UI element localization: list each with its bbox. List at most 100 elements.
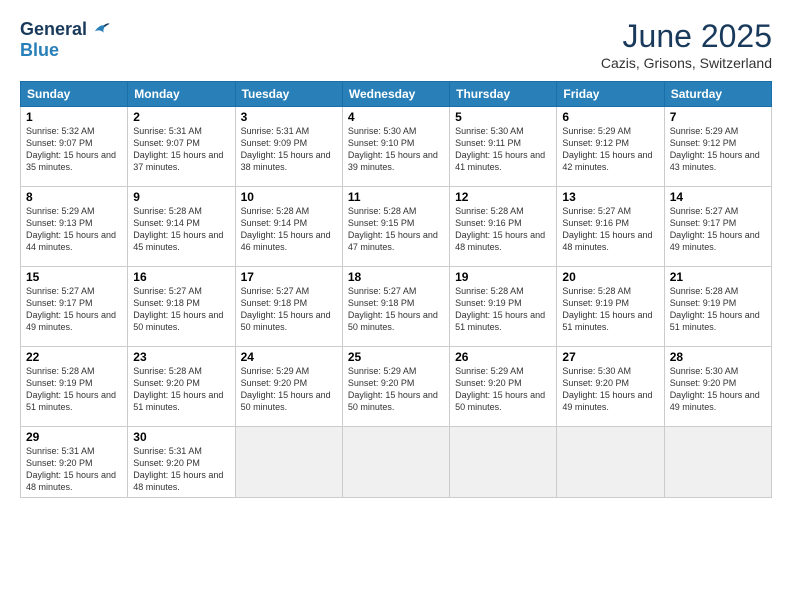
day-cell: 24Sunrise: 5:29 AM Sunset: 9:20 PM Dayli… xyxy=(235,347,342,427)
day-cell: 12Sunrise: 5:28 AM Sunset: 9:16 PM Dayli… xyxy=(450,187,557,267)
day-cell: 7Sunrise: 5:29 AM Sunset: 9:12 PM Daylig… xyxy=(664,107,771,187)
day-cell: 5Sunrise: 5:30 AM Sunset: 9:11 PM Daylig… xyxy=(450,107,557,187)
day-info: Sunrise: 5:28 AM Sunset: 9:19 PM Dayligh… xyxy=(670,285,766,334)
day-number: 1 xyxy=(26,110,122,124)
day-number: 18 xyxy=(348,270,444,284)
day-number: 20 xyxy=(562,270,658,284)
day-number: 6 xyxy=(562,110,658,124)
week-row-1: 1Sunrise: 5:32 AM Sunset: 9:07 PM Daylig… xyxy=(21,107,772,187)
day-number: 19 xyxy=(455,270,551,284)
day-info: Sunrise: 5:28 AM Sunset: 9:15 PM Dayligh… xyxy=(348,205,444,254)
empty-cell xyxy=(342,427,449,498)
day-number: 8 xyxy=(26,190,122,204)
day-info: Sunrise: 5:27 AM Sunset: 9:16 PM Dayligh… xyxy=(562,205,658,254)
day-cell: 27Sunrise: 5:30 AM Sunset: 9:20 PM Dayli… xyxy=(557,347,664,427)
day-cell: 9Sunrise: 5:28 AM Sunset: 9:14 PM Daylig… xyxy=(128,187,235,267)
day-number: 16 xyxy=(133,270,229,284)
day-number: 26 xyxy=(455,350,551,364)
day-cell: 26Sunrise: 5:29 AM Sunset: 9:20 PM Dayli… xyxy=(450,347,557,427)
empty-cell xyxy=(557,427,664,498)
day-info: Sunrise: 5:28 AM Sunset: 9:19 PM Dayligh… xyxy=(26,365,122,414)
day-number: 27 xyxy=(562,350,658,364)
day-number: 3 xyxy=(241,110,337,124)
day-info: Sunrise: 5:28 AM Sunset: 9:19 PM Dayligh… xyxy=(562,285,658,334)
day-info: Sunrise: 5:31 AM Sunset: 9:07 PM Dayligh… xyxy=(133,125,229,174)
day-number: 7 xyxy=(670,110,766,124)
day-info: Sunrise: 5:30 AM Sunset: 9:10 PM Dayligh… xyxy=(348,125,444,174)
header-friday: Friday xyxy=(557,82,664,107)
day-cell: 10Sunrise: 5:28 AM Sunset: 9:14 PM Dayli… xyxy=(235,187,342,267)
day-number: 23 xyxy=(133,350,229,364)
day-cell: 11Sunrise: 5:28 AM Sunset: 9:15 PM Dayli… xyxy=(342,187,449,267)
day-info: Sunrise: 5:32 AM Sunset: 9:07 PM Dayligh… xyxy=(26,125,122,174)
day-number: 11 xyxy=(348,190,444,204)
day-info: Sunrise: 5:27 AM Sunset: 9:17 PM Dayligh… xyxy=(26,285,122,334)
day-cell: 18Sunrise: 5:27 AM Sunset: 9:18 PM Dayli… xyxy=(342,267,449,347)
day-number: 29 xyxy=(26,430,122,444)
logo-general-text: General xyxy=(20,19,87,40)
title-area: June 2025 Cazis, Grisons, Switzerland xyxy=(601,18,772,71)
day-info: Sunrise: 5:27 AM Sunset: 9:17 PM Dayligh… xyxy=(670,205,766,254)
day-info: Sunrise: 5:28 AM Sunset: 9:14 PM Dayligh… xyxy=(241,205,337,254)
day-number: 17 xyxy=(241,270,337,284)
day-info: Sunrise: 5:31 AM Sunset: 9:09 PM Dayligh… xyxy=(241,125,337,174)
header-sunday: Sunday xyxy=(21,82,128,107)
day-cell: 14Sunrise: 5:27 AM Sunset: 9:17 PM Dayli… xyxy=(664,187,771,267)
header-tuesday: Tuesday xyxy=(235,82,342,107)
header-monday: Monday xyxy=(128,82,235,107)
day-number: 5 xyxy=(455,110,551,124)
calendar-body: 1Sunrise: 5:32 AM Sunset: 9:07 PM Daylig… xyxy=(21,107,772,498)
page: General Blue June 2025 Cazis, Grisons, S… xyxy=(0,0,792,612)
day-cell: 20Sunrise: 5:28 AM Sunset: 9:19 PM Dayli… xyxy=(557,267,664,347)
day-info: Sunrise: 5:31 AM Sunset: 9:20 PM Dayligh… xyxy=(133,445,229,494)
day-cell: 21Sunrise: 5:28 AM Sunset: 9:19 PM Dayli… xyxy=(664,267,771,347)
day-cell: 1Sunrise: 5:32 AM Sunset: 9:07 PM Daylig… xyxy=(21,107,128,187)
day-cell: 19Sunrise: 5:28 AM Sunset: 9:19 PM Dayli… xyxy=(450,267,557,347)
header-saturday: Saturday xyxy=(664,82,771,107)
day-info: Sunrise: 5:30 AM Sunset: 9:20 PM Dayligh… xyxy=(670,365,766,414)
week-row-3: 15Sunrise: 5:27 AM Sunset: 9:17 PM Dayli… xyxy=(21,267,772,347)
day-number: 28 xyxy=(670,350,766,364)
day-number: 15 xyxy=(26,270,122,284)
day-number: 25 xyxy=(348,350,444,364)
day-info: Sunrise: 5:27 AM Sunset: 9:18 PM Dayligh… xyxy=(133,285,229,334)
day-cell: 30Sunrise: 5:31 AM Sunset: 9:20 PM Dayli… xyxy=(128,427,235,498)
day-number: 9 xyxy=(133,190,229,204)
logo: General Blue xyxy=(20,18,111,61)
day-info: Sunrise: 5:29 AM Sunset: 9:12 PM Dayligh… xyxy=(562,125,658,174)
empty-cell xyxy=(235,427,342,498)
logo-blue-text: Blue xyxy=(20,40,59,61)
day-info: Sunrise: 5:30 AM Sunset: 9:20 PM Dayligh… xyxy=(562,365,658,414)
day-cell: 29Sunrise: 5:31 AM Sunset: 9:20 PM Dayli… xyxy=(21,427,128,498)
logo-bird-icon xyxy=(89,18,111,40)
day-cell: 17Sunrise: 5:27 AM Sunset: 9:18 PM Dayli… xyxy=(235,267,342,347)
day-number: 13 xyxy=(562,190,658,204)
day-number: 14 xyxy=(670,190,766,204)
day-number: 24 xyxy=(241,350,337,364)
week-row-2: 8Sunrise: 5:29 AM Sunset: 9:13 PM Daylig… xyxy=(21,187,772,267)
week-row-5: 29Sunrise: 5:31 AM Sunset: 9:20 PM Dayli… xyxy=(21,427,772,498)
header-wednesday: Wednesday xyxy=(342,82,449,107)
day-cell: 28Sunrise: 5:30 AM Sunset: 9:20 PM Dayli… xyxy=(664,347,771,427)
day-number: 22 xyxy=(26,350,122,364)
day-info: Sunrise: 5:29 AM Sunset: 9:20 PM Dayligh… xyxy=(241,365,337,414)
day-number: 12 xyxy=(455,190,551,204)
day-number: 2 xyxy=(133,110,229,124)
day-number: 4 xyxy=(348,110,444,124)
day-cell: 16Sunrise: 5:27 AM Sunset: 9:18 PM Dayli… xyxy=(128,267,235,347)
calendar-table: Sunday Monday Tuesday Wednesday Thursday… xyxy=(20,81,772,498)
header-thursday: Thursday xyxy=(450,82,557,107)
day-info: Sunrise: 5:28 AM Sunset: 9:16 PM Dayligh… xyxy=(455,205,551,254)
day-number: 30 xyxy=(133,430,229,444)
day-cell: 3Sunrise: 5:31 AM Sunset: 9:09 PM Daylig… xyxy=(235,107,342,187)
day-number: 10 xyxy=(241,190,337,204)
empty-cell xyxy=(450,427,557,498)
day-cell: 23Sunrise: 5:28 AM Sunset: 9:20 PM Dayli… xyxy=(128,347,235,427)
day-info: Sunrise: 5:27 AM Sunset: 9:18 PM Dayligh… xyxy=(348,285,444,334)
day-info: Sunrise: 5:29 AM Sunset: 9:20 PM Dayligh… xyxy=(348,365,444,414)
day-info: Sunrise: 5:28 AM Sunset: 9:19 PM Dayligh… xyxy=(455,285,551,334)
day-info: Sunrise: 5:31 AM Sunset: 9:20 PM Dayligh… xyxy=(26,445,122,494)
day-cell: 8Sunrise: 5:29 AM Sunset: 9:13 PM Daylig… xyxy=(21,187,128,267)
header: General Blue June 2025 Cazis, Grisons, S… xyxy=(20,18,772,71)
calendar-subtitle: Cazis, Grisons, Switzerland xyxy=(601,55,772,71)
